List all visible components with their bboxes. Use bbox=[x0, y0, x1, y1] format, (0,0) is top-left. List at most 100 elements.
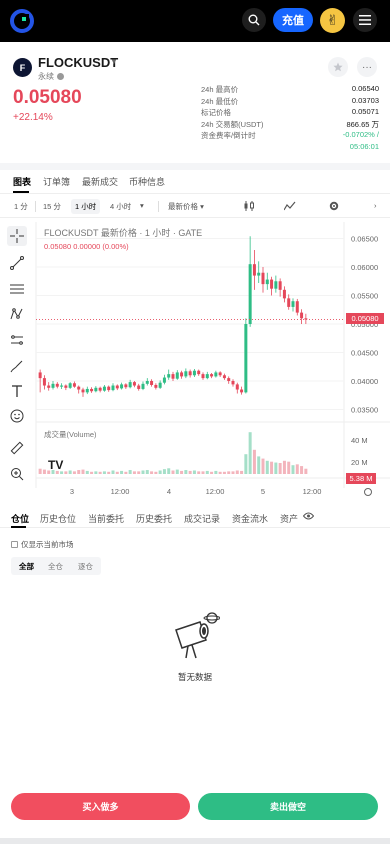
settings-gear-icon[interactable] bbox=[329, 201, 339, 213]
candle-body bbox=[167, 374, 171, 378]
crosshair-icon[interactable] bbox=[7, 226, 27, 246]
chevron-right-icon[interactable]: › bbox=[374, 201, 377, 210]
candle-body bbox=[265, 279, 269, 285]
chart-legend-title: FLOCKUSDT 最新价格 · 1 小时 · GATE bbox=[44, 228, 203, 238]
volume-bar bbox=[77, 470, 81, 474]
stat-value: 866.65 万 bbox=[346, 119, 379, 129]
volume-bar bbox=[137, 471, 141, 474]
volume-bar bbox=[210, 471, 214, 474]
price-change: +22.14% bbox=[13, 112, 53, 123]
price-tick-label: 0.05500 bbox=[351, 292, 378, 301]
volume-bar bbox=[270, 461, 274, 474]
avatar[interactable]: ✌ bbox=[320, 8, 345, 33]
volume-bar bbox=[175, 469, 179, 474]
menu-icon[interactable] bbox=[353, 8, 377, 32]
interval-4h[interactable]: 4 小时 bbox=[110, 201, 131, 212]
tab-coin-info[interactable]: 币种信息 bbox=[129, 175, 165, 188]
tab-orderbook[interactable]: 订单簿 bbox=[43, 175, 70, 188]
candle-body bbox=[51, 383, 55, 388]
volume-bar bbox=[184, 470, 188, 474]
volume-bar bbox=[235, 470, 239, 474]
candle-body bbox=[300, 312, 304, 319]
candle-body bbox=[270, 279, 274, 289]
tab-assets[interactable]: 资产 bbox=[280, 512, 298, 525]
active-tab-indicator bbox=[11, 526, 26, 528]
volume-bar bbox=[158, 470, 162, 474]
candle-body bbox=[68, 383, 72, 388]
tab-open-orders[interactable]: 当前委托 bbox=[88, 512, 124, 525]
interval-15m[interactable]: 15 分 bbox=[43, 201, 61, 212]
stat-value: 0.06540 bbox=[351, 84, 379, 93]
candle-type-icon[interactable] bbox=[243, 201, 255, 213]
home-indicator-bar bbox=[0, 838, 390, 844]
sell-short-button[interactable]: 卖出做空 bbox=[198, 793, 378, 820]
gate-logo[interactable] bbox=[10, 9, 34, 33]
pair-name[interactable]: FLOCKUSDT bbox=[38, 55, 118, 70]
volume-bar bbox=[218, 471, 222, 474]
tab-order-history[interactable]: 历史委托 bbox=[136, 512, 172, 525]
volume-bar bbox=[304, 468, 308, 474]
deposit-button[interactable]: 充值 bbox=[273, 8, 313, 32]
tab-position-history[interactable]: 历史仓位 bbox=[40, 512, 76, 525]
volume-bar bbox=[72, 471, 76, 474]
volume-bar bbox=[274, 462, 278, 474]
candle-body bbox=[85, 388, 89, 393]
chart-tabs: 图表 订单簿 最新成交 币种信息 bbox=[0, 170, 390, 194]
pattern-icon[interactable] bbox=[7, 304, 27, 324]
candle-body bbox=[274, 281, 278, 289]
volume-bar bbox=[180, 470, 184, 474]
filter-cross[interactable]: 全仓 bbox=[48, 561, 63, 572]
volume-bar bbox=[248, 432, 252, 474]
volume-bar bbox=[257, 456, 261, 474]
more-options-icon[interactable]: ··· bbox=[357, 57, 377, 77]
stat-label: 24h 交易额(USDT) bbox=[201, 119, 264, 129]
candlestick-chart[interactable]: 0.065000.060000.055000.050000.045000.040… bbox=[0, 222, 390, 498]
tab-fund-flow[interactable]: 资金流水 bbox=[232, 512, 268, 525]
eye-icon[interactable] bbox=[302, 512, 315, 522]
filter-isolated[interactable]: 逐仓 bbox=[78, 561, 93, 572]
search-icon[interactable] bbox=[242, 8, 266, 32]
filter-all[interactable]: 全部 bbox=[19, 561, 34, 572]
candle-body bbox=[171, 374, 175, 379]
time-tick-label: 4 bbox=[167, 487, 171, 496]
text-tool-icon[interactable] bbox=[7, 381, 27, 401]
volume-bar bbox=[214, 470, 218, 474]
checkbox[interactable] bbox=[11, 541, 18, 548]
tab-trade-history[interactable]: 成交记录 bbox=[184, 512, 220, 525]
candle-body bbox=[261, 272, 265, 285]
candle-body bbox=[240, 389, 244, 393]
current-market-toggle[interactable]: 仅显示当前市场 bbox=[11, 539, 74, 550]
interval-dropdown-icon[interactable]: ▾ bbox=[140, 201, 144, 210]
interval-1h[interactable]: 1 小时 bbox=[71, 199, 101, 214]
trend-line-icon[interactable] bbox=[7, 253, 27, 273]
price-type-select[interactable]: 最新价格 ▾ bbox=[168, 201, 204, 212]
volume-tick-label: 20 M bbox=[351, 458, 368, 467]
indicators-icon[interactable] bbox=[283, 201, 296, 213]
candle-body bbox=[107, 386, 111, 391]
price-chart[interactable]: 0.06500 0.06000 0.05500 0.05000 0.04500 0.040… bbox=[0, 222, 390, 498]
coin-icon: F bbox=[13, 58, 32, 77]
volume-bar bbox=[154, 471, 158, 474]
zoom-in-icon[interactable] bbox=[7, 464, 27, 484]
interval-1m[interactable]: 1 分 bbox=[14, 201, 28, 212]
channel-icon[interactable] bbox=[7, 330, 27, 350]
candle-body bbox=[222, 375, 226, 379]
brush-icon[interactable] bbox=[7, 356, 27, 376]
volume-bar bbox=[120, 470, 124, 474]
favorite-star-icon[interactable] bbox=[328, 57, 348, 77]
candle-body bbox=[158, 382, 162, 388]
volume-bar bbox=[115, 471, 119, 474]
buy-long-button[interactable]: 买入做多 bbox=[11, 793, 190, 820]
time-tick-label: 3 bbox=[70, 487, 74, 496]
time-tick-label: 12:00 bbox=[206, 487, 225, 496]
info-icon[interactable] bbox=[57, 73, 64, 81]
chevron-down-icon[interactable]: ▼ bbox=[110, 57, 118, 66]
tab-chart[interactable]: 图表 bbox=[13, 175, 31, 188]
emoji-icon[interactable] bbox=[7, 406, 27, 426]
ruler-icon[interactable] bbox=[7, 438, 27, 458]
tab-trades[interactable]: 最新成交 bbox=[82, 175, 118, 188]
fib-levels-icon[interactable] bbox=[7, 279, 27, 299]
price-tick-label: 0.06000 bbox=[351, 263, 378, 272]
tradingview-logo[interactable]: TV bbox=[48, 458, 63, 472]
tab-positions[interactable]: 仓位 bbox=[11, 512, 29, 525]
